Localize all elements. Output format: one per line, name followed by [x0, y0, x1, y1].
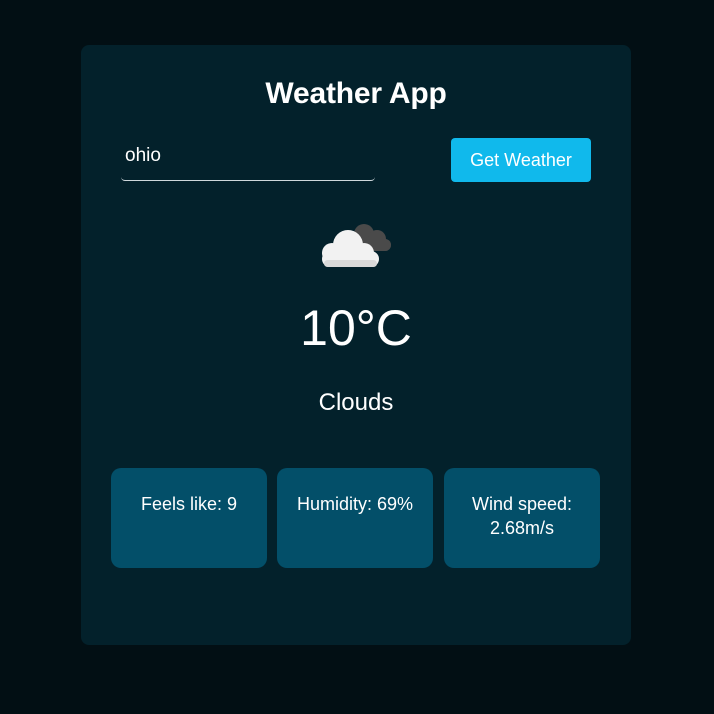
get-weather-button[interactable]: Get Weather: [451, 138, 591, 182]
weather-card: Weather App Get Weather 10°C Clouds Feel…: [81, 45, 631, 645]
weather-description: Clouds: [318, 389, 394, 416]
city-search-input[interactable]: [121, 140, 375, 181]
humidity-card: Humidity: 69%: [277, 468, 433, 568]
feels-like-label: Feels like: 9: [140, 494, 238, 514]
humidity-label: Humidity: 69%: [296, 494, 414, 514]
app-title: Weather App: [265, 77, 447, 110]
cloud-icon: [322, 224, 391, 267]
temperature-value: 10°C: [300, 300, 412, 356]
wind-speed-card: Wind speed: 2.68m/s: [444, 468, 600, 568]
feels-like-card: Feels like: 9: [111, 468, 267, 568]
wind-speed-label: Wind speed: 2.68m/s: [471, 494, 573, 538]
